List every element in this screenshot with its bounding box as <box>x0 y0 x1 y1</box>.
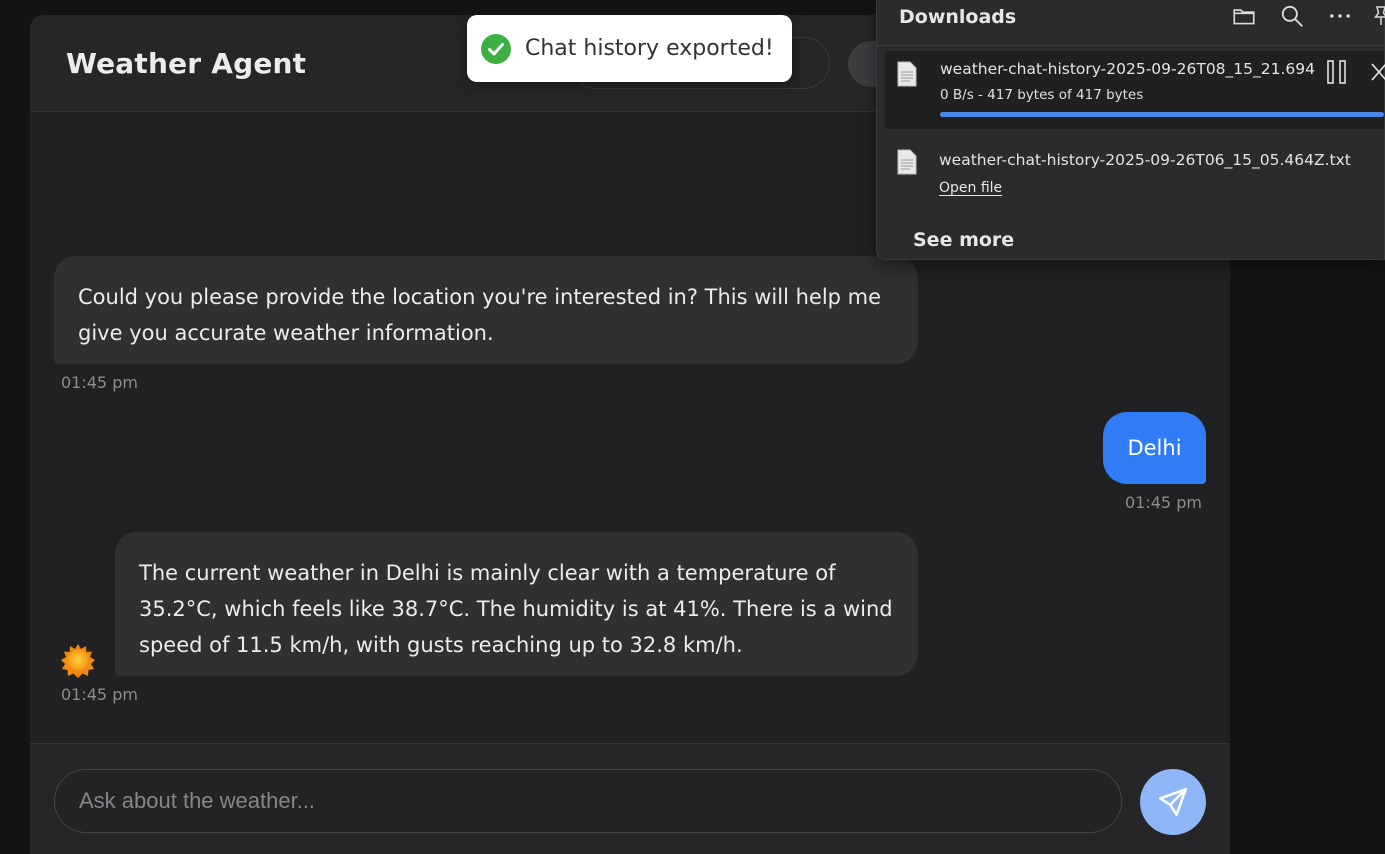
download-filename: weather-chat-history-2025-09-26T08_15_21… <box>940 60 1315 78</box>
download-progress <box>940 112 1384 117</box>
close-icon[interactable] <box>1369 61 1385 83</box>
file-icon <box>897 61 917 87</box>
file-icon <box>897 149 917 175</box>
message-input[interactable] <box>54 769 1122 833</box>
user-message: Delhi <box>1103 412 1206 484</box>
toast-notification: Chat history exported! <box>467 15 792 82</box>
check-circle-icon <box>481 33 511 64</box>
download-filename: weather-chat-history-2025-09-26T06_15_05… <box>939 151 1351 169</box>
more-options-icon[interactable] <box>1327 3 1353 29</box>
panel-divider <box>877 45 1384 46</box>
assistant-message: Could you please provide the location yo… <box>54 256 918 364</box>
see-more-link[interactable]: See more <box>913 229 1014 251</box>
message-timestamp: 01:45 pm <box>1125 493 1202 512</box>
message-timestamp: 01:45 pm <box>61 373 138 392</box>
search-icon[interactable] <box>1279 3 1305 29</box>
send-icon <box>1158 787 1188 817</box>
downloads-panel: Downloads weather-chat-history-2025-09-2… <box>876 0 1385 260</box>
app-title: Weather Agent <box>66 47 307 80</box>
assistant-message: The current weather in Delhi is mainly c… <box>115 532 918 676</box>
toast-message: Chat history exported! <box>525 36 774 61</box>
open-folder-icon[interactable] <box>1231 3 1257 29</box>
download-progress-fill <box>940 112 1384 117</box>
pause-icon[interactable] <box>1325 59 1349 85</box>
pin-icon[interactable] <box>1371 3 1385 29</box>
sun-icon <box>61 644 95 678</box>
message-timestamp: 01:45 pm <box>61 685 138 704</box>
downloads-title: Downloads <box>899 6 1017 28</box>
download-item-active[interactable]: weather-chat-history-2025-09-26T08_15_21… <box>885 51 1385 129</box>
open-file-link[interactable]: Open file <box>939 180 1002 196</box>
download-status: 0 B/s - 417 bytes of 417 bytes <box>940 87 1144 103</box>
composer <box>30 743 1230 854</box>
send-button[interactable] <box>1140 769 1206 835</box>
